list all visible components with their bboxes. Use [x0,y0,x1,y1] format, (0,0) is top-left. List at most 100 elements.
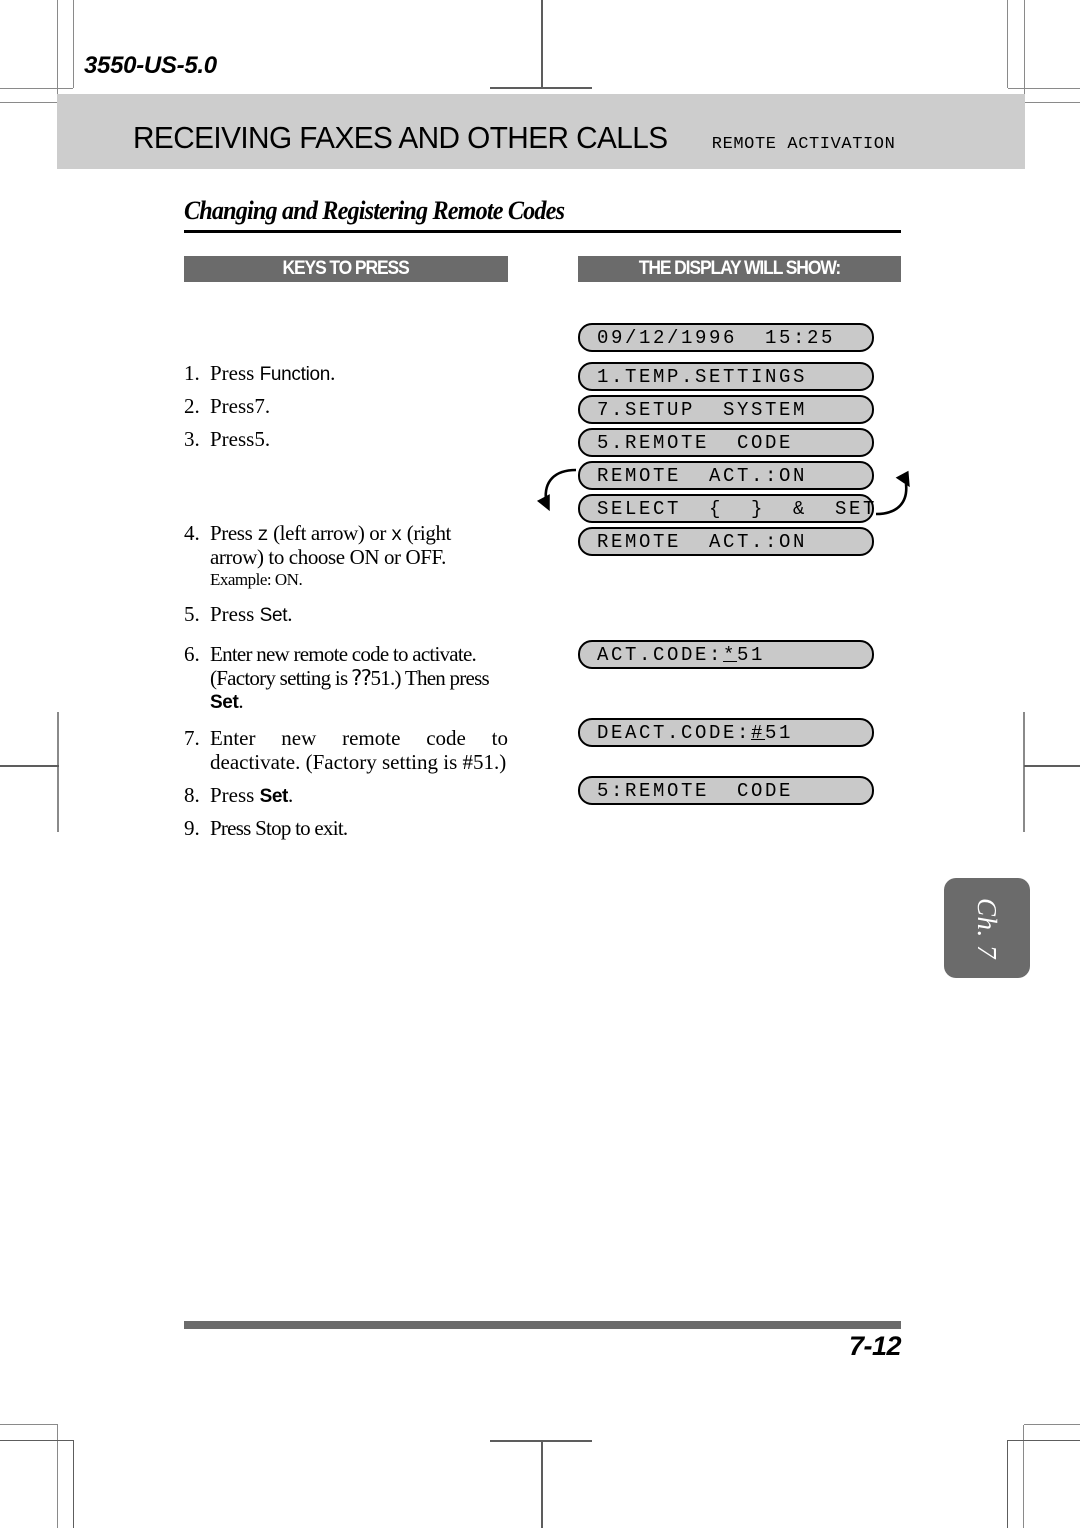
step-number: 9. [184,816,200,840]
list-item: 6. Enter new remote code to activate. (F… [184,642,508,714]
lcd-text: 5.REMOTE CODE [597,431,794,454]
step-6-suffix: . [238,689,243,714]
step-3-verb: Press [210,427,255,451]
crop-mark-top-center-h [490,87,592,89]
subheading-text: Changing and Registering Remote Codes [184,196,565,225]
section-subtitle: REMOTE ACTIVATION [711,135,896,154]
crop-mark-bottom-left-h [0,1424,58,1425]
lcd-display-setup-system: 7.SETUP SYSTEM [578,395,874,424]
keys-to-press-header-label: KEYS TO PRESS [282,258,410,279]
step-4-mid: (left arrow) or [268,521,391,545]
cycle-arrow-right-icon [870,464,916,526]
lcd-display-select-set: SELECT { } & SET [578,494,874,523]
crop-mark-top-right-v2 [1024,0,1025,102]
display-will-show-header-label: THE DISPLAY WILL SHOW: [638,258,841,279]
step-text: Press5. [210,427,508,452]
crop-mark-top-left-h2 [0,102,57,103]
step-2-verb: Press [210,394,255,418]
lcd-display-remote-act-on-2: REMOTE ACT.:ON [578,527,874,556]
step-text: Press z (left arrow) or x (right arrow) … [210,521,508,590]
list-item: 2. Press7. [184,394,508,419]
step-5-verb: Press [210,602,255,626]
list-item: 9. Press Stop to exit. [184,816,508,841]
crop-mark-bottom-right-h [1024,1424,1080,1425]
chapter-tab-label: Ch. 7 [972,897,1003,959]
step-6-key: Set [210,692,239,714]
lcd-display-act-code: ACT.CODE:*51 [578,640,874,669]
list-item: 3. Press5. [184,427,508,452]
crop-mark-top-right-h [1008,88,1080,89]
crop-mark-top-left-h [0,88,73,89]
footer-rule [184,1321,901,1329]
display-will-show-column: THE DISPLAY WILL SHOW: 09/12/1996 15:25 … [536,256,910,805]
lcd-text: 09/12/1996 15:25 [597,326,836,349]
step-5-suffix: . [287,602,293,626]
crop-mark-bottom-left-v2 [73,1440,74,1528]
step-text: Press Function. [210,361,508,386]
step-number: 6. [184,642,200,666]
lcd-text: REMOTE ACT.:ON [597,464,808,487]
lcd-text: REMOTE ACT.:ON [597,530,808,553]
right-arrow-key: x [390,524,402,546]
lcd-display-temp-settings: 1.TEMP.SETTINGS [578,362,874,391]
subheading-rule [184,230,901,233]
crop-mark-top-left-v [57,0,58,94]
lcd-act-code-post: 51 [737,643,766,666]
crop-mark-top-right-v [1007,0,1008,88]
step-3-suffix: . [264,427,271,451]
crop-mark-bottom-right-v2 [1007,1440,1008,1528]
list-item: 5. Press Set. [184,602,508,627]
lcd-text: 5:REMOTE CODE [597,779,794,802]
crop-mark-top-center-v [541,0,543,88]
lcd-deact-code-post: 51 [765,721,794,744]
step-1-suffix: . [330,361,336,385]
step-text: Press Stop to exit. [210,816,348,840]
step-number: 7. [184,726,200,750]
crop-mark-mid-right-v [1023,712,1025,832]
step-number: 3. [184,427,200,451]
step-number: 4. [184,521,200,545]
step-text: Press Set. [210,602,508,627]
lcd-display-remote-code-final: 5:REMOTE CODE [578,776,874,805]
crop-mark-bottom-right-h2 [1008,1440,1080,1441]
crop-mark-mid-left-h [0,765,59,767]
step-number: 2. [184,394,200,418]
lcd-act-code-cursor: * [723,643,738,666]
step-text: Press Set. [210,783,508,808]
lcd-deact-code-pre: DEACT.CODE: [597,721,752,744]
step-number: 1. [184,361,200,385]
step-5-key: Set [259,605,288,626]
step-8-verb: Press [210,783,260,807]
page-number: 7-12 [848,1331,902,1361]
step-2-key: 7 [254,394,265,418]
step-8-suffix: . [287,783,294,807]
keys-to-press-column: KEYS TO PRESS 1. Press Function. 2. Pres… [184,256,508,840]
step-1-verb: Press [210,361,255,385]
crop-mark-mid-right-h [1024,765,1080,767]
lcd-display-remote-code: 5.REMOTE CODE [578,428,874,457]
crop-mark-mid-left-v [57,712,59,832]
running-head: RECEIVING FAXES AND OTHER CALLS REMOTE A… [133,120,895,156]
chapter-tab: Ch. 7 [944,878,1030,978]
list-item: 7. Enter new remote code to deactivate. … [184,726,508,774]
lcd-display-deact-code: DEACT.CODE:#51 [578,718,874,747]
step-4-example: Example: ON. [210,570,303,590]
step-2-suffix: . [264,394,271,418]
lcd-act-code-pre: ACT.CODE: [597,643,724,666]
lcd-text: ACT.CODE:*51 [597,644,765,666]
subheading-block: Changing and Registering Remote Codes [184,196,901,233]
crop-mark-top-left-v2 [73,0,74,88]
crop-mark-top-right-h2 [1025,102,1080,103]
cycle-arrow-left-icon [536,464,582,526]
step-8-key: Set [259,786,289,807]
document-number: 3550-US-5.0 [84,52,217,79]
step-4-pre: Press [210,521,258,545]
lcd-text: DEACT.CODE:#51 [597,722,793,744]
lcd-display-remote-act-on-1: REMOTE ACT.:ON [578,461,874,490]
left-arrow-key: z [257,524,269,546]
step-3-key: 5 [254,427,265,451]
crop-mark-bottom-center-h [490,1440,592,1442]
step-text: Press7. [210,394,508,419]
step-text: Enter new remote code to activate. (Fact… [210,642,508,714]
list-item: 1. Press Function. [184,361,508,386]
